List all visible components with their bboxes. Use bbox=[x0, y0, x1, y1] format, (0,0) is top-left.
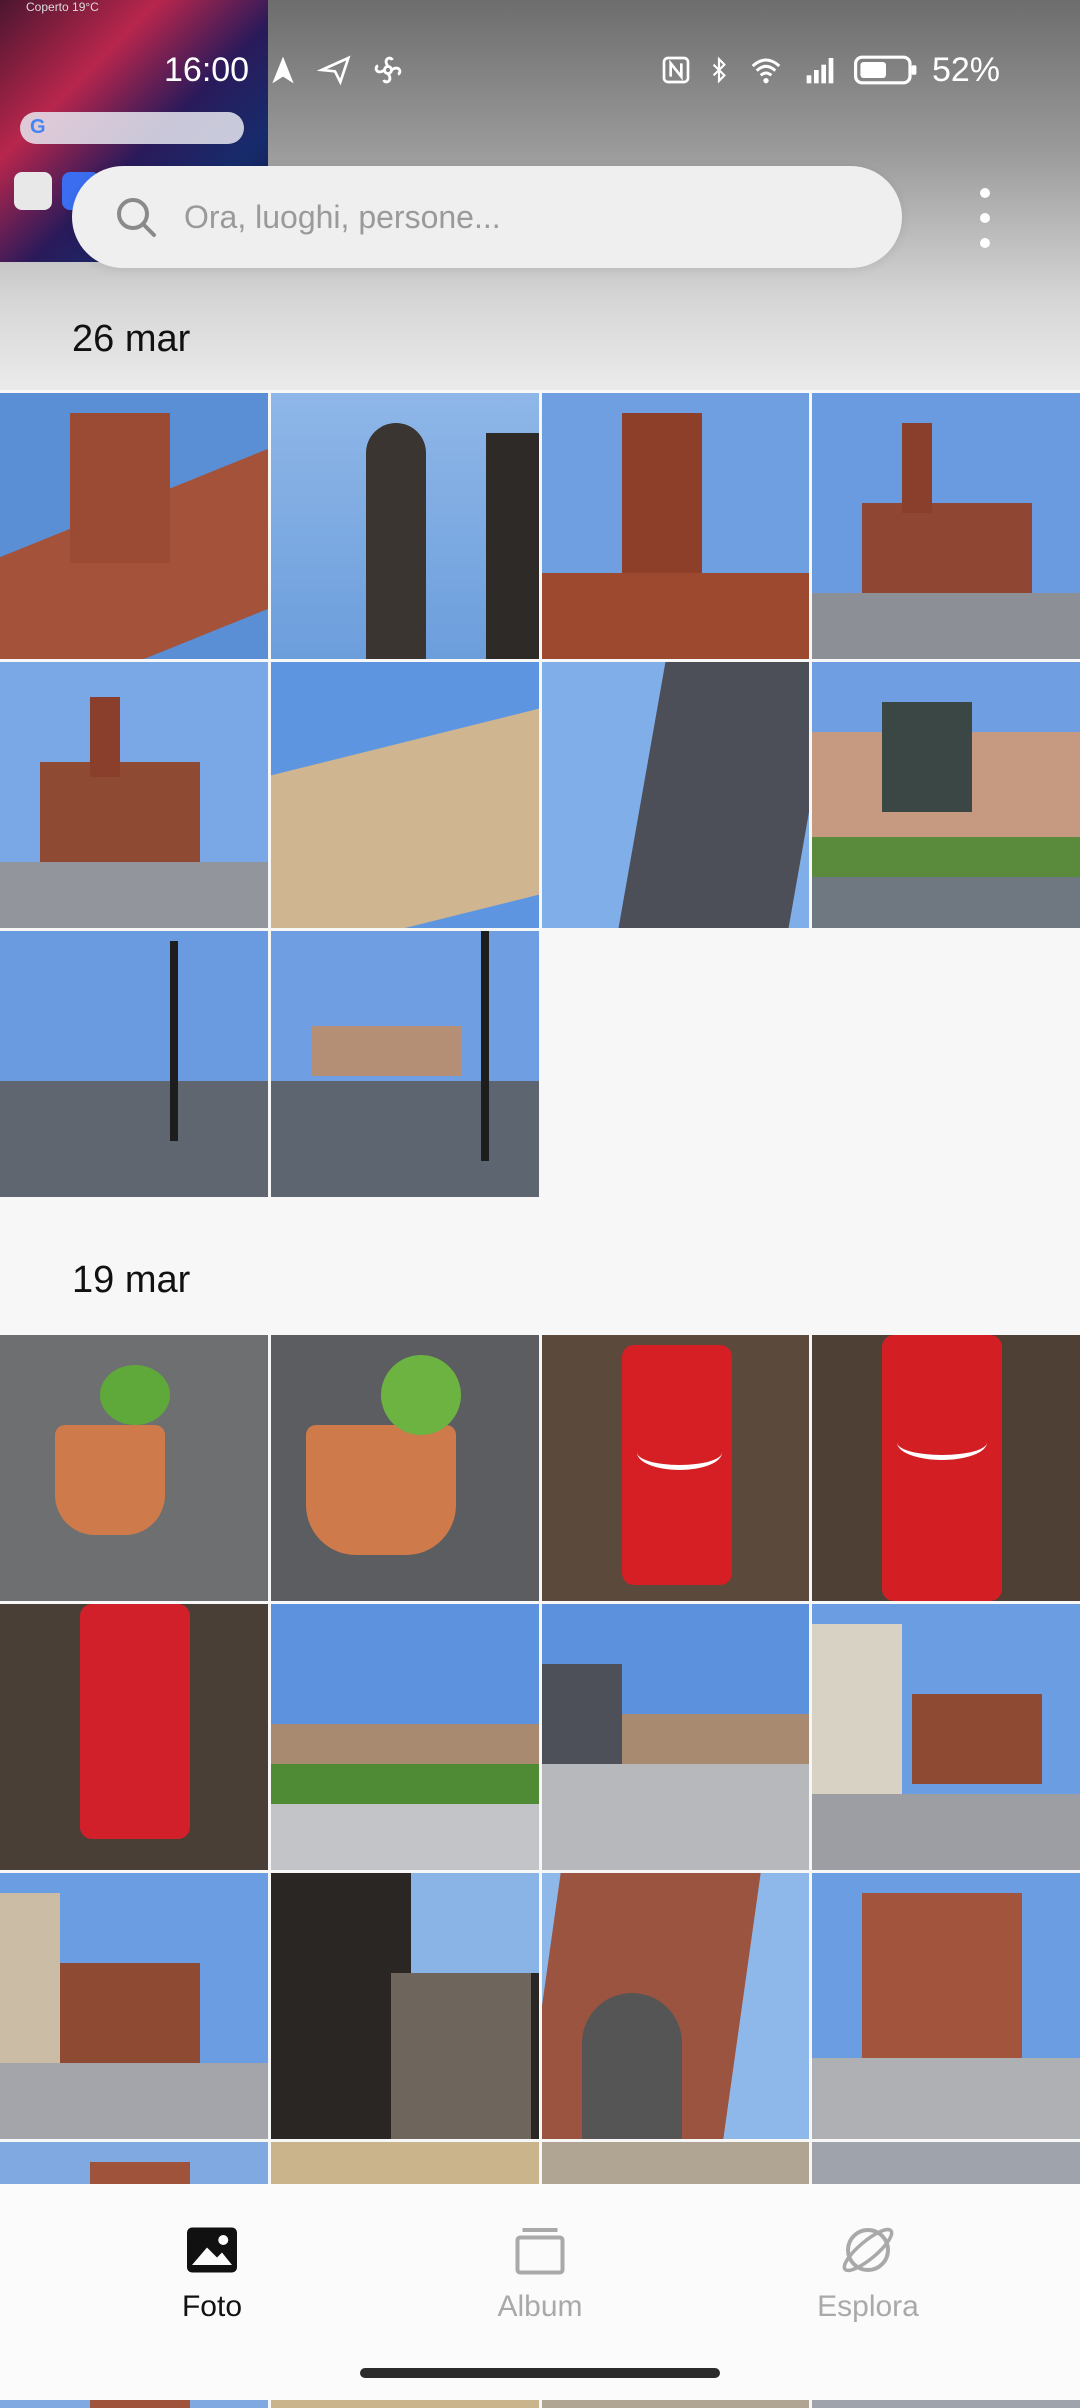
photo-thumbnail[interactable] bbox=[541, 1335, 810, 1601]
photo-thumbnail[interactable] bbox=[270, 1335, 539, 1601]
play-store-icon bbox=[14, 172, 52, 210]
nav-item-foto[interactable]: Foto bbox=[102, 2220, 322, 2324]
battery-icon bbox=[853, 55, 917, 85]
more-options-icon[interactable] bbox=[970, 188, 1000, 248]
explore-planet-icon bbox=[842, 2227, 894, 2273]
battery-percent: 52% bbox=[931, 50, 1000, 89]
nav-label: Foto bbox=[181, 2290, 243, 2323]
nav-label: Esplora bbox=[817, 2290, 919, 2323]
photo-thumbnail[interactable] bbox=[270, 662, 539, 928]
section-date: 19 mar bbox=[72, 1259, 191, 1301]
photo-thumbnail[interactable] bbox=[541, 662, 810, 928]
photo-thumbnail[interactable] bbox=[812, 393, 1080, 659]
photo-thumbnail[interactable] bbox=[0, 931, 268, 1197]
search-bar[interactable]: Ora, luoghi, persone... bbox=[72, 166, 902, 268]
wifi-icon bbox=[751, 58, 781, 84]
photo-thumbnail[interactable] bbox=[0, 1604, 268, 1870]
bluetooth-icon bbox=[712, 56, 726, 84]
photo-thumbnail[interactable] bbox=[270, 393, 539, 659]
photo-thumbnail[interactable] bbox=[812, 1335, 1080, 1601]
photo-thumbnail[interactable] bbox=[270, 931, 539, 1197]
photo-thumbnail[interactable] bbox=[812, 1873, 1080, 2139]
photo-thumbnail[interactable] bbox=[0, 1335, 268, 1601]
status-time: 16:00 bbox=[164, 50, 250, 89]
photo-thumbnail[interactable] bbox=[0, 662, 268, 928]
photo-thumbnail[interactable] bbox=[812, 1604, 1080, 1870]
navigation-arrow-icon bbox=[272, 56, 294, 84]
section-date: 26 mar bbox=[72, 318, 191, 360]
nav-item-esplora[interactable]: Esplora bbox=[758, 2220, 978, 2324]
home-indicator[interactable] bbox=[360, 2368, 720, 2378]
photo-icon bbox=[187, 2227, 237, 2273]
status-bar-left: 16:00 bbox=[164, 40, 405, 100]
photo-thumbnail[interactable] bbox=[541, 1873, 810, 2139]
photo-thumbnail[interactable] bbox=[0, 393, 268, 659]
signal-icon bbox=[806, 58, 834, 84]
photo-thumbnail[interactable] bbox=[0, 1873, 268, 2139]
nav-item-album[interactable]: Album bbox=[430, 2220, 650, 2324]
preview-weather-text: Coperto 19°C bbox=[26, 0, 99, 14]
preview-search-bar bbox=[20, 112, 244, 144]
photo-thumbnail[interactable] bbox=[270, 1604, 539, 1870]
fan-icon bbox=[374, 56, 402, 84]
nfc-icon bbox=[662, 56, 690, 84]
photo-grid-section-1 bbox=[0, 393, 1080, 1197]
photo-thumbnail[interactable] bbox=[270, 1873, 539, 2139]
status-bar-right: 52% bbox=[660, 40, 1000, 100]
photo-thumbnail[interactable] bbox=[541, 1604, 810, 1870]
nav-label: Album bbox=[497, 2290, 583, 2323]
photo-thumbnail[interactable] bbox=[812, 662, 1080, 928]
send-icon bbox=[317, 55, 351, 86]
album-icon bbox=[515, 2228, 565, 2275]
search-placeholder: Ora, luoghi, persone... bbox=[184, 198, 501, 235]
search-icon bbox=[117, 198, 156, 237]
photo-thumbnail[interactable] bbox=[541, 393, 810, 659]
google-logo-icon: G bbox=[30, 116, 46, 138]
